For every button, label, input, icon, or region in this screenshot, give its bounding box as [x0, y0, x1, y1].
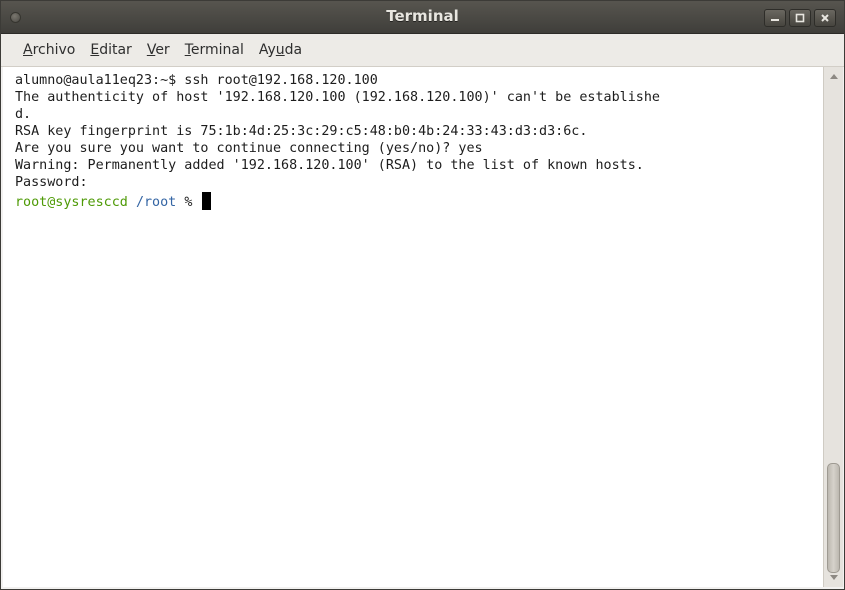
terminal-line: alumno@aula11eq23:~$ ssh root@192.168.12… — [15, 73, 378, 88]
window-controls — [764, 9, 836, 27]
menu-bar: Archivo Editar Ver Terminal Ayuda — [1, 34, 844, 67]
terminal-line: The authenticity of host '192.168.120.10… — [15, 90, 660, 105]
text-cursor[interactable] — [202, 192, 212, 210]
terminal-window: Terminal Archivo Editar Ver Terminal Ayu… — [0, 0, 845, 590]
close-icon — [821, 14, 829, 22]
prompt-directory: /root — [135, 195, 177, 210]
scroll-up-arrow[interactable] — [824, 69, 843, 83]
menu-ayuda[interactable]: Ayuda — [259, 39, 302, 61]
minimize-icon — [771, 19, 779, 21]
terminal-line: Password: — [15, 175, 88, 190]
chevron-up-icon — [829, 74, 838, 79]
title-bar[interactable]: Terminal — [1, 1, 844, 34]
menu-ayuda-rest: da — [284, 42, 303, 58]
terminal-line: RSA key fingerprint is 75:1b:4d:25:3c:29… — [15, 124, 588, 139]
prompt-user-host: root@sysresccd — [15, 195, 128, 210]
prompt-symbol: % — [184, 195, 193, 210]
menu-ayuda-prefix: Ay — [258, 42, 276, 58]
chevron-down-icon — [829, 575, 838, 580]
prompt-line: root@sysresccd /root % — [15, 192, 212, 210]
maximize-icon — [795, 13, 805, 23]
menu-terminal-rest: erminal — [190, 42, 244, 58]
window-title: Terminal — [386, 7, 459, 25]
scroll-down-arrow[interactable] — [824, 571, 843, 585]
menu-ver-rest: er — [155, 42, 170, 58]
menu-mnemonic: E — [90, 42, 100, 58]
terminal-line: Warning: Permanently added '192.168.120.… — [15, 158, 644, 173]
menu-ver[interactable]: Ver — [147, 39, 170, 61]
menu-terminal[interactable]: Terminal — [185, 39, 244, 61]
vertical-scrollbar[interactable] — [823, 67, 843, 587]
terminal-line: d. — [15, 107, 32, 122]
menu-mnemonic: A — [23, 42, 33, 58]
minimize-button[interactable] — [764, 9, 786, 27]
scroll-thumb[interactable] — [827, 463, 840, 573]
menu-archivo-rest: rchivo — [32, 42, 76, 58]
terminal-output[interactable]: alumno@aula11eq23:~$ ssh root@192.168.12… — [3, 67, 823, 587]
terminal-line: Are you sure you want to continue connec… — [15, 141, 483, 156]
menu-editar[interactable]: Editar — [90, 39, 131, 61]
close-button[interactable] — [814, 9, 836, 27]
menu-mnemonic: u — [275, 42, 285, 58]
maximize-button[interactable] — [789, 9, 811, 27]
menu-editar-rest: ditar — [99, 42, 132, 58]
menu-archivo[interactable]: Archivo — [23, 39, 75, 61]
